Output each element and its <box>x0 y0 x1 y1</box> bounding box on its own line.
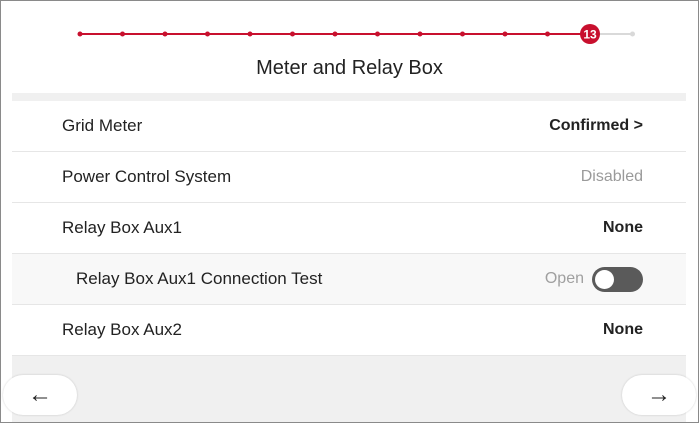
row-label: Relay Box Aux1 Connection Test <box>76 269 323 288</box>
row-label: Power Control System <box>62 167 232 186</box>
step-dot <box>630 31 635 37</box>
connection-test-toggle[interactable] <box>592 266 643 292</box>
row-relay-box-aux2[interactable]: Relay Box Aux2 None <box>12 305 686 356</box>
relay-aux1-value[interactable]: None <box>603 219 643 237</box>
step-dot <box>502 31 508 37</box>
row-relay-box-aux1[interactable]: Relay Box Aux1 None <box>12 203 686 254</box>
row-grid-meter[interactable]: Grid Meter Confirmed > <box>12 101 686 152</box>
current-step-number: 13 <box>583 28 597 42</box>
step-dot <box>375 31 380 37</box>
step-dot <box>247 31 253 37</box>
step-dot <box>162 31 168 37</box>
step-dot <box>332 31 338 37</box>
arrow-right-icon: → <box>647 381 671 408</box>
connection-test-toggle-group: Open <box>544 266 643 292</box>
toggle-state-label: Open <box>544 270 584 287</box>
step-dot <box>77 31 83 37</box>
screen: 13 Meter and Relay Box Grid Meter Confir… <box>0 0 699 423</box>
grid-meter-status[interactable]: Confirmed > <box>549 117 643 135</box>
page-title: Meter and Relay Box <box>256 57 443 79</box>
step-dot <box>417 31 423 37</box>
toggle-knob <box>595 269 614 289</box>
arrow-left-icon: ← <box>28 381 52 408</box>
progress-stepper: 13 <box>1 1 698 51</box>
settings-list: Grid Meter Confirmed > Power Control Sys… <box>12 93 686 356</box>
power-control-status: Disabled <box>580 168 643 185</box>
row-power-control-system: Power Control System Disabled <box>12 152 686 203</box>
row-label: Relay Box Aux1 <box>62 218 183 237</box>
step-dot <box>460 31 465 37</box>
step-dot <box>290 31 295 37</box>
row-relay-box-aux1-connection-test: Relay Box Aux1 Connection Test Open <box>12 254 686 305</box>
stepper-track: 13 <box>77 24 635 44</box>
step-dot <box>120 31 125 37</box>
step-dot <box>545 31 550 37</box>
step-dot <box>205 31 210 37</box>
row-label: Grid Meter <box>62 116 143 135</box>
next-button[interactable]: → <box>622 375 696 415</box>
back-button[interactable]: ← <box>3 375 77 415</box>
settings-list-area: Grid Meter Confirmed > Power Control Sys… <box>12 93 686 422</box>
relay-aux2-value[interactable]: None <box>603 321 643 339</box>
row-label: Relay Box Aux2 <box>62 320 183 339</box>
